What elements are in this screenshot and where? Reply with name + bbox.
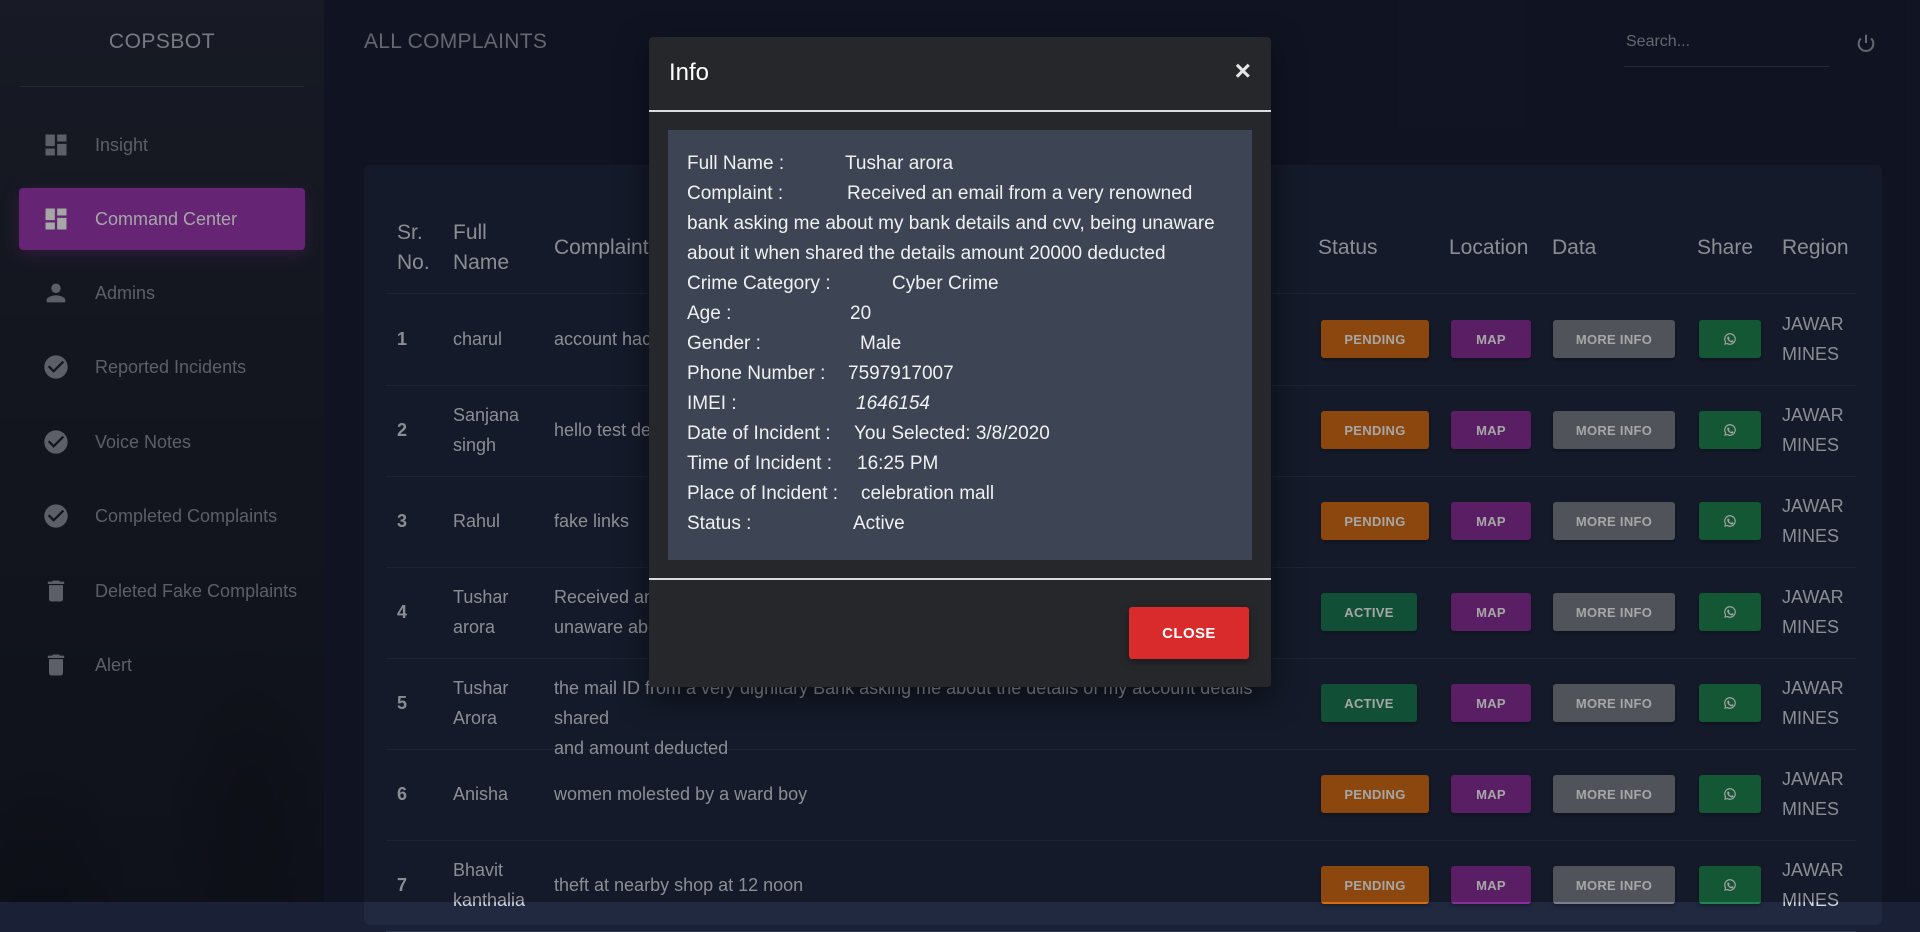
info-date: Date of Incident : You Selected: 3/8/2020 <box>687 423 1050 444</box>
info-age: Age :20 <box>687 303 872 324</box>
close-icon[interactable]: × <box>1235 57 1251 85</box>
info-details: Full Name : Tushar arora Complaint : Recei… <box>668 130 1252 560</box>
info-gender: Gender : Male <box>687 333 902 354</box>
info-status: Status : Active <box>687 513 905 534</box>
info-full-name: Full Name : Tushar arora <box>687 153 954 174</box>
info-imei: IMEI :1646154 <box>687 393 930 414</box>
close-button[interactable]: CLOSE <box>1129 607 1249 659</box>
info-complaint-cont-2: about it when shared the details amount … <box>687 243 1166 264</box>
info-complaint-cont-1: bank asking me about my bank details and… <box>687 213 1215 234</box>
info-complaint: Complaint : Received an email from a very… <box>687 183 1193 204</box>
modal-divider-bottom <box>649 578 1271 580</box>
info-time: Time of Incident :16:25 PM <box>687 453 939 474</box>
info-crime-category: Crime Category : Cyber Crime <box>687 273 999 294</box>
info-phone: Phone Number :7597917007 <box>687 363 954 384</box>
modal-divider-top <box>649 110 1271 112</box>
info-modal: Info × Full Name : Tushar arora Complaint… <box>649 37 1271 687</box>
info-place: Place of Incident : celebration mall <box>687 483 995 504</box>
modal-title: Info <box>669 59 710 86</box>
